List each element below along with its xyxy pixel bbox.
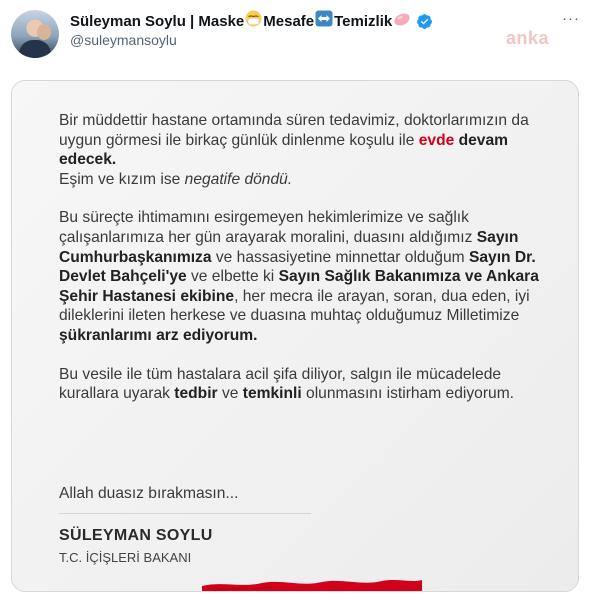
avatar-figure bbox=[19, 40, 51, 58]
statement-text: Bir müddettir hastane ortamında süren te… bbox=[59, 111, 539, 423]
closing-line: Allah duasız bırakmasın... bbox=[59, 485, 239, 502]
user-handle[interactable]: @suleymansoylu bbox=[70, 32, 177, 48]
signature-divider bbox=[59, 513, 311, 514]
paragraph-1: Bir müddettir hastane ortamında süren te… bbox=[59, 111, 539, 189]
statement-image: Bir müddettir hastane ortamında süren te… bbox=[12, 81, 578, 591]
avatar[interactable] bbox=[11, 10, 59, 58]
left-right-arrow-icon bbox=[315, 10, 333, 32]
signature-name: SÜLEYMAN SOYLU bbox=[59, 527, 213, 544]
emphasis-bold: temkinli bbox=[242, 385, 302, 403]
display-name-part2: Mesafe bbox=[263, 12, 315, 30]
tweet-header: Süleyman Soylu | Maske Mesafe Temizlik @… bbox=[0, 0, 589, 80]
avatar-figure-2 bbox=[37, 24, 51, 40]
emphasis-bold: şükranlarımı arz ediyorum. bbox=[59, 326, 258, 344]
more-options-icon[interactable]: ··· bbox=[562, 10, 580, 27]
text-span: ve bbox=[217, 385, 243, 403]
verified-badge-icon bbox=[416, 13, 433, 30]
emphasis-red: evde bbox=[418, 131, 455, 149]
text-span: olunmasını istirham ediyorum. bbox=[301, 385, 515, 403]
display-name-part3: Temizlik bbox=[334, 12, 393, 30]
paragraph-2: Bu süreçte ihtimamını esirgemeyen hekiml… bbox=[59, 208, 539, 345]
tweet-image[interactable]: Bir müddettir hastane ortamında süren te… bbox=[11, 80, 579, 592]
mask-emoji-icon bbox=[245, 10, 262, 32]
text-span: ve elbette ki bbox=[186, 268, 279, 286]
signature-title: T.C. İÇİŞLERİ BAKANI bbox=[59, 550, 192, 565]
soap-emoji-icon bbox=[393, 10, 411, 32]
text-span: Bu süreçte ihtimamını esirgemeyen hekiml… bbox=[59, 209, 477, 246]
watermark-logo: anka bbox=[506, 28, 550, 48]
text-span: Eşim ve kızım ise bbox=[59, 170, 185, 188]
emphasis-bold: tedbir bbox=[174, 385, 218, 403]
display-name[interactable]: Süleyman Soylu | Maske Mesafe Temizlik bbox=[70, 10, 433, 32]
display-name-part1: Süleyman Soylu | Maske bbox=[70, 12, 245, 30]
flag-ribbon bbox=[202, 580, 422, 591]
text-span: ve hassasiyetine minnettar olduğum bbox=[211, 248, 469, 266]
emphasis-italic: negatife döndü. bbox=[184, 170, 293, 188]
paragraph-3: Bu vesile ile tüm hastalara acil şifa di… bbox=[59, 365, 539, 404]
